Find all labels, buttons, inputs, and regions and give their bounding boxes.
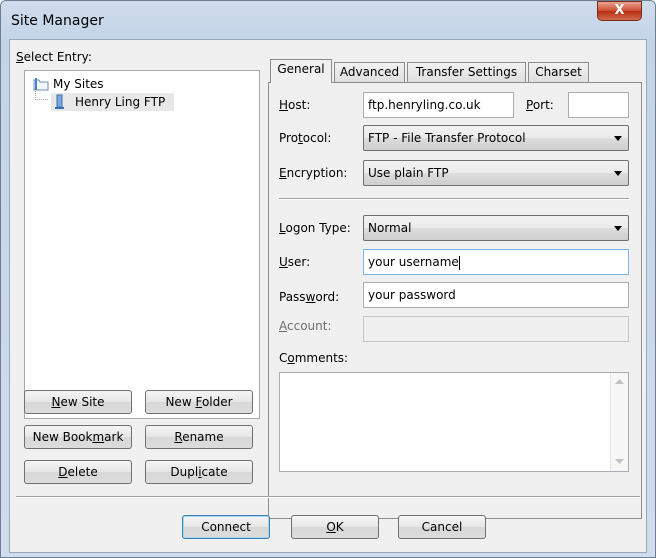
window-title: Site Manager (11, 13, 104, 29)
port-label: Port: (526, 98, 554, 112)
account-input (363, 316, 629, 342)
password-input[interactable]: your password (363, 282, 629, 308)
tab-charset[interactable]: Charset (528, 62, 589, 82)
scroll-down-icon[interactable] (615, 459, 624, 465)
folder-icon (33, 78, 49, 91)
user-input[interactable]: your username (363, 249, 629, 275)
logon-type-label: Logon Type: (279, 221, 351, 235)
comments-textarea[interactable] (279, 372, 629, 472)
tab-transfer-settings[interactable]: Transfer Settings (407, 62, 526, 82)
connect-button[interactable]: Connect (182, 515, 270, 539)
text-cursor (458, 255, 460, 270)
encryption-label: Encryption: (279, 166, 348, 180)
new-bookmark-button[interactable]: New Bookmark (24, 425, 132, 449)
protocol-label: Protocol: (279, 131, 332, 145)
cancel-button[interactable]: Cancel (398, 515, 486, 539)
close-button[interactable]: X (597, 1, 642, 21)
logon-type-select[interactable]: Normal (363, 215, 629, 241)
bottom-divider (16, 496, 640, 498)
site-tree[interactable]: My Sites Henry Ling FTP (24, 70, 260, 419)
tab-advanced[interactable]: Advanced (334, 62, 405, 82)
password-label: Password: (279, 290, 340, 304)
scrollbar[interactable] (610, 373, 628, 471)
tree-item-label: Henry Ling FTP (75, 95, 166, 109)
encryption-select[interactable]: Use plain FTP (363, 160, 629, 186)
tab-general[interactable]: General (270, 59, 332, 83)
account-label: Account: (279, 319, 332, 333)
tree-item-label: My Sites (53, 77, 104, 91)
site-manager-window: Site Manager X Select Entry: My Sites He… (0, 0, 656, 558)
scroll-up-icon[interactable] (615, 379, 624, 385)
new-site-button[interactable]: New Site (24, 390, 132, 414)
close-icon: X (614, 3, 625, 18)
comments-label: Comments: (279, 351, 349, 365)
chevron-down-icon (614, 136, 622, 141)
new-folder-button[interactable]: New Folder (145, 390, 253, 414)
title-bar[interactable]: Site Manager X (1, 1, 655, 39)
protocol-select[interactable]: FTP - File Transfer Protocol (363, 125, 629, 151)
rename-button[interactable]: Rename (145, 425, 253, 449)
port-input[interactable] (568, 92, 629, 118)
server-icon (55, 94, 64, 109)
duplicate-button[interactable]: Duplicate (145, 460, 253, 484)
host-label: Host: (279, 98, 311, 112)
chevron-down-icon (614, 171, 622, 176)
ok-button[interactable]: OK (291, 515, 379, 539)
tree-item-henry-ling-ftp[interactable]: Henry Ling FTP (51, 93, 174, 111)
chevron-down-icon (614, 226, 622, 231)
user-label: User: (279, 255, 311, 269)
divider (279, 198, 629, 200)
delete-button[interactable]: Delete (24, 460, 132, 484)
select-entry-label: Select Entry: (16, 50, 92, 64)
dialog-client: Select Entry: My Sites Henry Ling FTP Ne… (9, 39, 647, 553)
general-tab-panel: Host: ftp.henryling.co.uk Port: Protocol… (268, 82, 642, 519)
host-input[interactable]: ftp.henryling.co.uk (363, 92, 514, 118)
